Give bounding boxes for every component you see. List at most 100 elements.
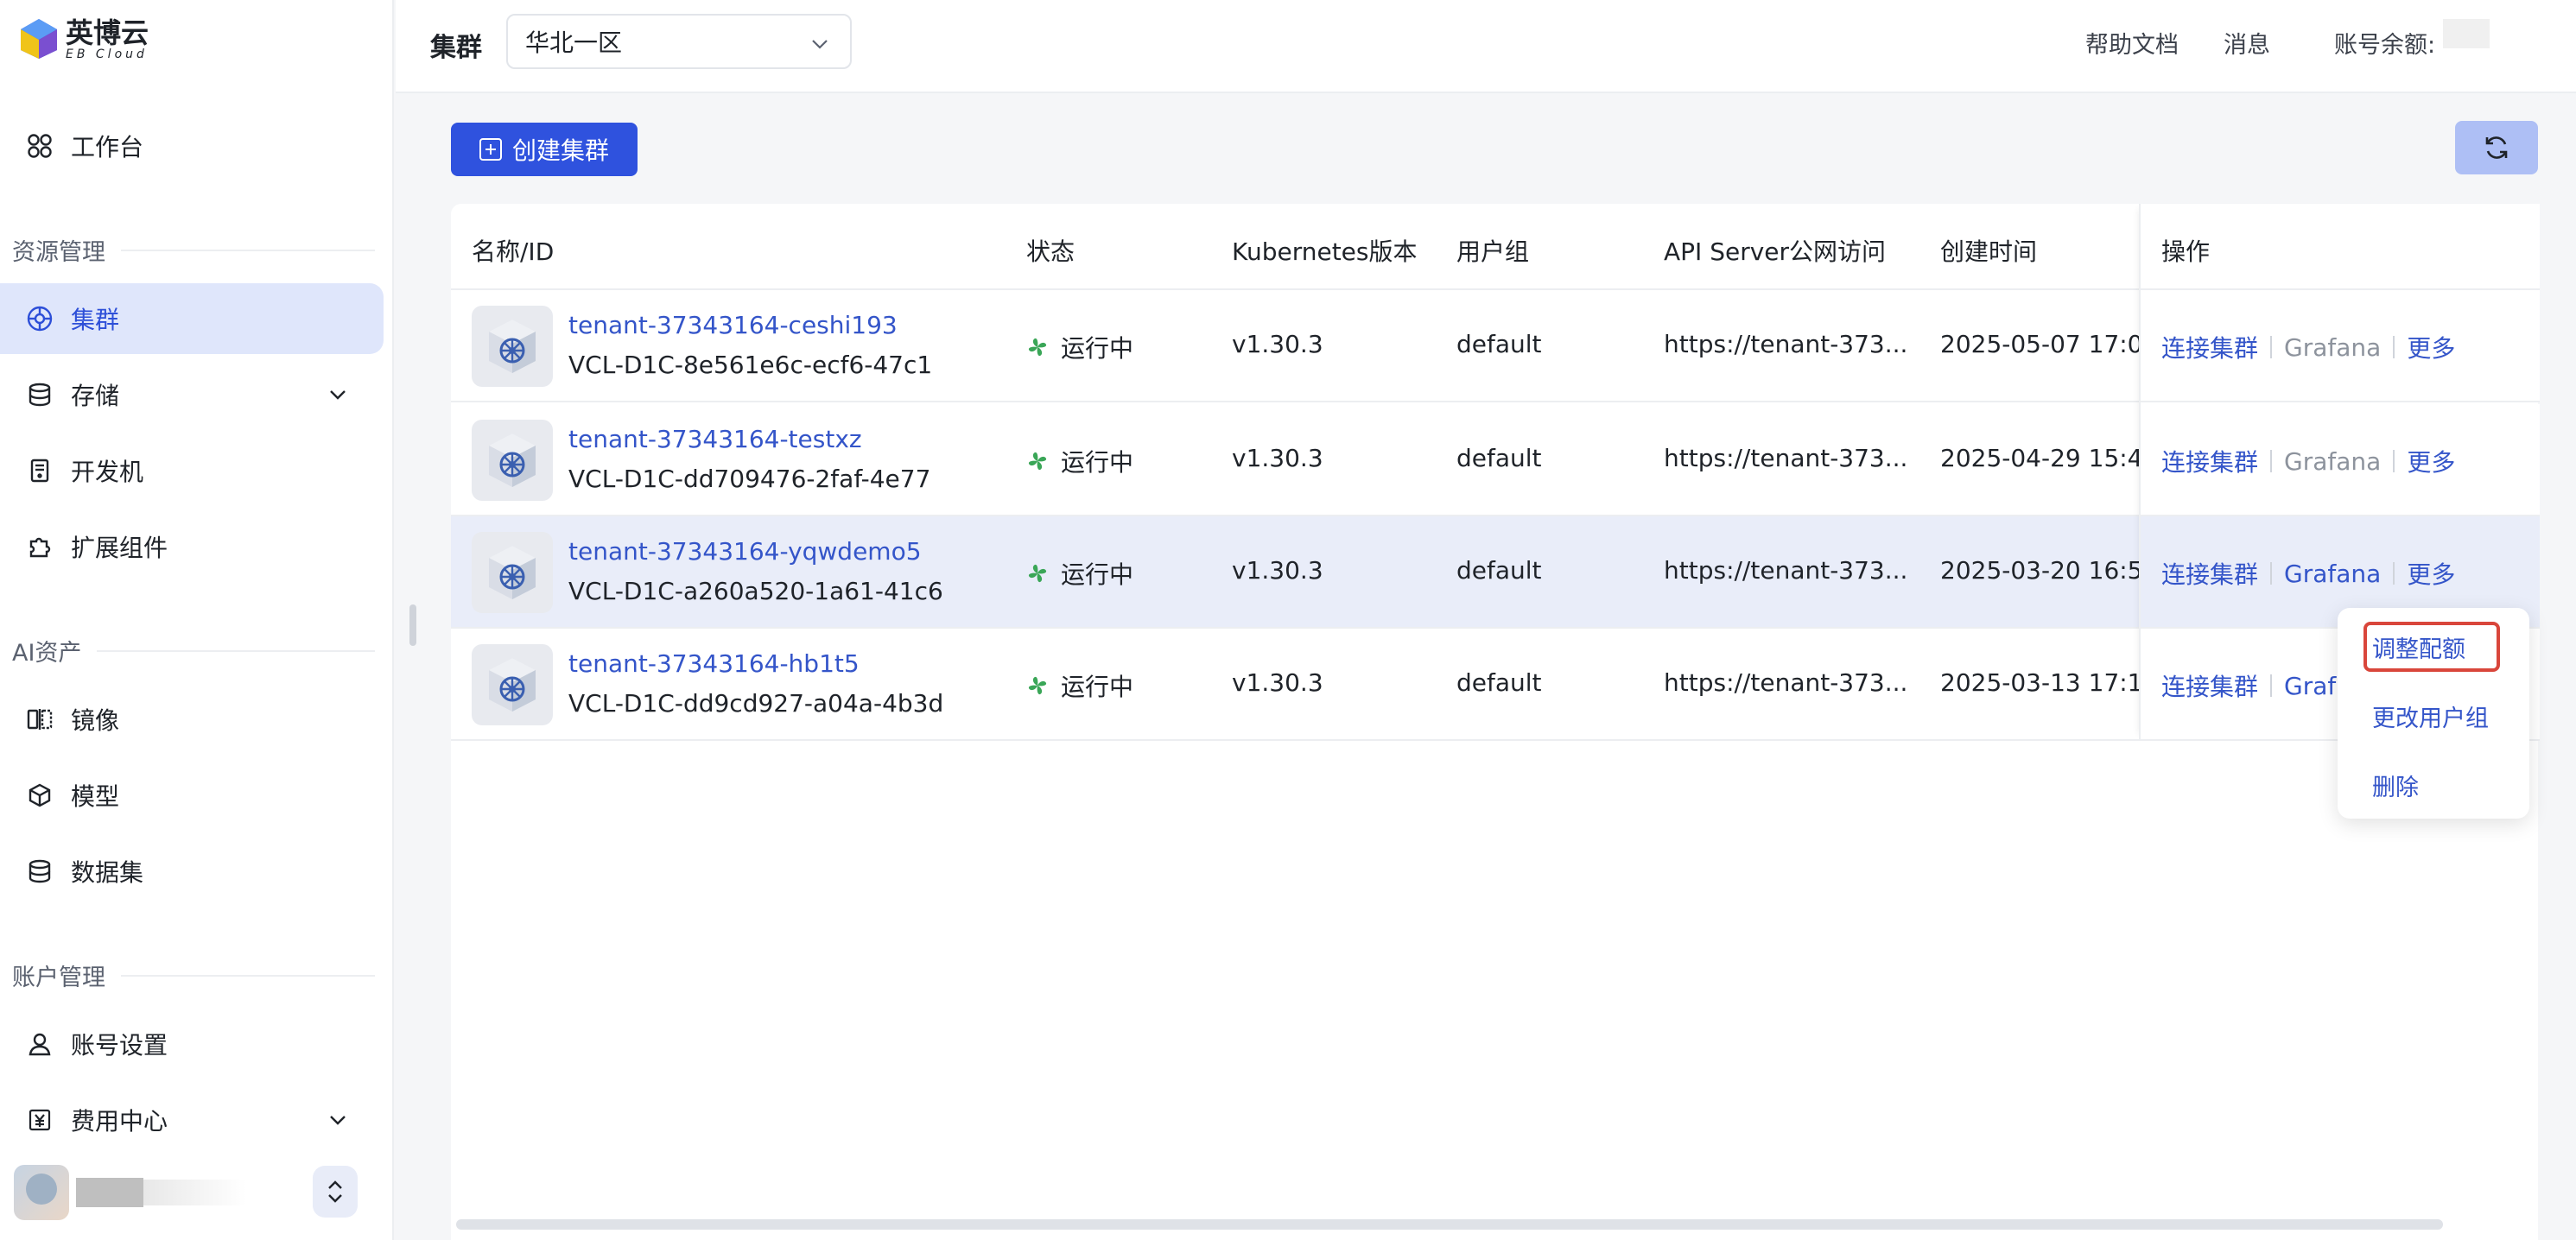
avatar[interactable] xyxy=(14,1165,69,1220)
user-profile[interactable] xyxy=(14,1162,377,1223)
sidebar-resize-handle[interactable] xyxy=(409,604,416,646)
create-cluster-button[interactable]: 创建集群 xyxy=(451,123,638,176)
cube-icon xyxy=(24,780,55,811)
sidebar-item-label: 扩展组件 xyxy=(71,534,168,562)
cluster-id: VCL-D1C-dd709476-2faf-4e77 xyxy=(568,465,931,493)
menu-item-adjust-quota[interactable]: 调整配额 xyxy=(2372,630,2465,664)
created-time: 2025-04-29 15:44 xyxy=(1940,444,2159,472)
horizontal-scrollbar[interactable] xyxy=(456,1219,2443,1230)
logo-text-cn: 英博云 xyxy=(66,16,149,49)
row-actions: 连接集群 Graf xyxy=(2161,668,2336,703)
more-link[interactable]: 更多 xyxy=(2407,556,2455,591)
user-group: default xyxy=(1456,668,1542,697)
sidebar-item-account-settings[interactable]: 账号设置 xyxy=(0,1009,384,1079)
sidebar-item-label: 费用中心 xyxy=(71,1107,168,1136)
column-header-actions: 操作 xyxy=(2161,237,2211,266)
cluster-id: VCL-D1C-a260a520-1a61-41c6 xyxy=(568,577,943,605)
sidebar-item-label: 集群 xyxy=(71,306,120,334)
api-server-url: https://tenant-373... xyxy=(1664,330,1908,358)
more-actions-dropdown: 调整配额 更改用户组 删除 xyxy=(2338,608,2529,819)
user-group: default xyxy=(1456,556,1542,585)
cluster-id: VCL-D1C-8e561e6c-ecf6-47c1 xyxy=(568,351,933,379)
kubernetes-cluster-icon xyxy=(472,420,553,501)
sidebar-item-label: 存储 xyxy=(71,382,120,410)
created-time: 2025-03-20 16:56 xyxy=(1940,556,2159,585)
username-redacted-fade xyxy=(143,1180,247,1205)
sidebar-item-cluster[interactable]: 集群 xyxy=(0,283,384,354)
sidebar: 英博云 EB Cloud 工作台 资源管理 集群 存储 开发机 扩展组件 AI资… xyxy=(0,0,394,1240)
sidebar-item-devmachine[interactable]: 开发机 xyxy=(0,435,384,506)
more-link[interactable]: 更多 xyxy=(2407,444,2455,478)
help-docs-link[interactable]: 帮助文档 xyxy=(2085,26,2179,60)
cluster-name-link[interactable]: tenant-37343164-yqwdemo5 xyxy=(568,537,922,566)
connect-cluster-link[interactable]: 连接集群 xyxy=(2161,668,2258,703)
plus-square-icon xyxy=(479,138,502,161)
api-server-url: https://tenant-373... xyxy=(1664,556,1908,585)
section-label-ai: AI资产 xyxy=(12,634,375,667)
k8s-version: v1.30.3 xyxy=(1232,668,1323,697)
cluster-table: 名称/ID 状态 Kubernetes版本 用户组 API Server公网访问… xyxy=(451,204,2540,1240)
chevron-down-icon[interactable] xyxy=(327,383,349,406)
mirror-icon xyxy=(24,704,55,735)
sidebar-item-label: 账号设置 xyxy=(71,1031,168,1060)
row-actions: 连接集群 Grafana 更多 xyxy=(2161,556,2455,591)
sidebar-item-extensions[interactable]: 扩展组件 xyxy=(0,511,384,582)
k8s-version: v1.30.3 xyxy=(1232,330,1323,358)
refresh-icon xyxy=(2485,136,2508,159)
sidebar-item-dataset[interactable]: 数据集 xyxy=(0,836,384,907)
connect-cluster-link[interactable]: 连接集群 xyxy=(2161,444,2258,478)
k8s-version: v1.30.3 xyxy=(1232,556,1323,585)
sidebar-item-image[interactable]: 镜像 xyxy=(0,684,384,755)
grafana-link[interactable]: Grafana xyxy=(2284,447,2381,476)
database-icon xyxy=(24,379,55,410)
row-actions: 连接集群 Grafana 更多 xyxy=(2161,444,2455,478)
username-redacted xyxy=(76,1178,143,1207)
kubernetes-cluster-icon xyxy=(472,306,553,387)
refresh-button[interactable] xyxy=(2455,121,2538,174)
account-switch-button[interactable] xyxy=(313,1166,358,1218)
database-icon xyxy=(24,856,55,887)
api-server-url: https://tenant-373... xyxy=(1664,444,1908,472)
region-select[interactable]: 华北一区 xyxy=(506,14,852,69)
logo[interactable]: 英博云 EB Cloud xyxy=(19,17,149,60)
user-group: default xyxy=(1456,330,1542,358)
messages-link[interactable]: 消息 xyxy=(2224,26,2270,60)
cluster-name-link[interactable]: tenant-37343164-ceshi193 xyxy=(568,311,898,339)
logo-text-en: EB Cloud xyxy=(66,47,148,61)
created-time: 2025-05-07 17:08 xyxy=(1940,330,2159,358)
section-label-account: 账户管理 xyxy=(12,958,375,992)
menu-item-change-user-group[interactable]: 更改用户组 xyxy=(2372,699,2489,733)
connect-cluster-link[interactable]: 连接集群 xyxy=(2161,556,2258,591)
sidebar-item-workbench[interactable]: 工作台 xyxy=(0,111,384,181)
sidebar-item-label: 工作台 xyxy=(71,133,144,161)
sidebar-item-billing[interactable]: 费用中心 xyxy=(0,1085,384,1155)
k8s-version: v1.30.3 xyxy=(1232,444,1323,472)
cluster-id: VCL-D1C-dd9cd927-a04a-4b3d xyxy=(568,689,944,718)
column-header-api-server: API Server公网访问 xyxy=(1664,237,1887,266)
running-fan-icon xyxy=(1028,676,1047,695)
sidebar-item-storage[interactable]: 存储 xyxy=(0,359,384,430)
create-cluster-label: 创建集群 xyxy=(511,136,609,165)
grafana-link[interactable]: Graf xyxy=(2284,672,2336,700)
running-fan-icon xyxy=(1028,564,1047,583)
chevron-down-icon xyxy=(812,40,828,49)
running-fan-icon xyxy=(1028,338,1047,357)
more-link[interactable]: 更多 xyxy=(2407,330,2455,364)
grafana-link[interactable]: Grafana xyxy=(2284,560,2381,588)
column-header-k8s-version: Kubernetes版本 xyxy=(1232,237,1418,266)
chevron-up-down-icon xyxy=(328,1180,342,1203)
chevron-down-icon[interactable] xyxy=(327,1109,349,1131)
cluster-name-link[interactable]: tenant-37343164-hb1t5 xyxy=(568,649,860,678)
devmachine-icon xyxy=(24,455,55,486)
region-select-value: 华北一区 xyxy=(525,28,623,57)
grafana-link[interactable]: Grafana xyxy=(2284,333,2381,362)
yen-icon xyxy=(24,1104,55,1136)
menu-item-delete[interactable]: 删除 xyxy=(2372,769,2419,802)
connect-cluster-link[interactable]: 连接集群 xyxy=(2161,330,2258,364)
page-title: 集群 xyxy=(430,33,482,63)
user-group: default xyxy=(1456,444,1542,472)
status-badge: 运行中 xyxy=(1026,330,1133,364)
sidebar-item-label: 镜像 xyxy=(71,706,120,735)
sidebar-item-model[interactable]: 模型 xyxy=(0,760,384,831)
cluster-name-link[interactable]: tenant-37343164-testxz xyxy=(568,425,862,453)
